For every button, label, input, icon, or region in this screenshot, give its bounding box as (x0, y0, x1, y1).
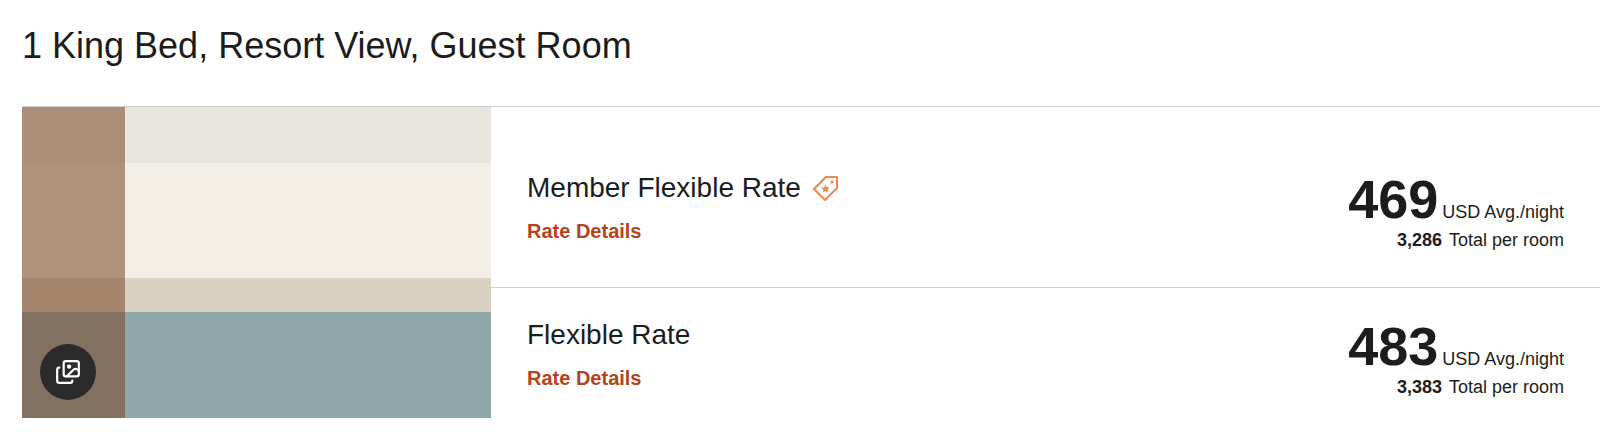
member-tag-icon (811, 173, 841, 203)
price-unit: USD Avg./night (1442, 202, 1564, 223)
rate-row[interactable]: Member Flexible Rate Rate Details 469USD A… (491, 107, 1600, 287)
rate-list: Member Flexible RateRate Details469USD A… (491, 107, 1600, 418)
rate-name: Flexible Rate (527, 318, 690, 352)
total-amount: 3,286 (1397, 229, 1442, 251)
gallery-button[interactable] (40, 344, 96, 400)
gallery-icon (55, 359, 81, 385)
total-price: 3,286 Total per room (1397, 229, 1564, 251)
total-label: Total per room (1449, 376, 1564, 398)
rate-info: Member Flexible Rate Rate Details (527, 171, 841, 243)
price-amount: 483 (1348, 318, 1438, 374)
total-price: 3,383 Total per room (1397, 376, 1564, 398)
rate-details-link[interactable]: Rate Details (527, 366, 690, 390)
room-page: 1 King Bed, Resort View, Guest Room Membe… (0, 0, 1600, 432)
room-photo[interactable] (22, 107, 491, 418)
rate-info: Flexible Rate Rate Details (527, 318, 690, 390)
rate-row[interactable]: Flexible Rate Rate Details 483USD Avg./nig… (491, 287, 1600, 418)
price-block: 483USD Avg./night3,383 Total per room (1348, 318, 1564, 398)
price-unit: USD Avg./night (1442, 349, 1564, 370)
price-block: 469USD Avg./night3,286 Total per room (1348, 171, 1564, 251)
room-listing: Member Flexible RateRate Details469USD A… (22, 106, 1600, 418)
rate-name: Member Flexible Rate (527, 171, 841, 205)
room-title: 1 King Bed, Resort View, Guest Room (22, 0, 1600, 66)
price-amount: 469 (1348, 171, 1438, 227)
rate-details-link[interactable]: Rate Details (527, 219, 841, 243)
total-label: Total per room (1449, 229, 1564, 251)
total-amount: 3,383 (1397, 376, 1442, 398)
nightly-price: 469USD Avg./night (1348, 171, 1564, 227)
nightly-price: 483USD Avg./night (1348, 318, 1564, 374)
